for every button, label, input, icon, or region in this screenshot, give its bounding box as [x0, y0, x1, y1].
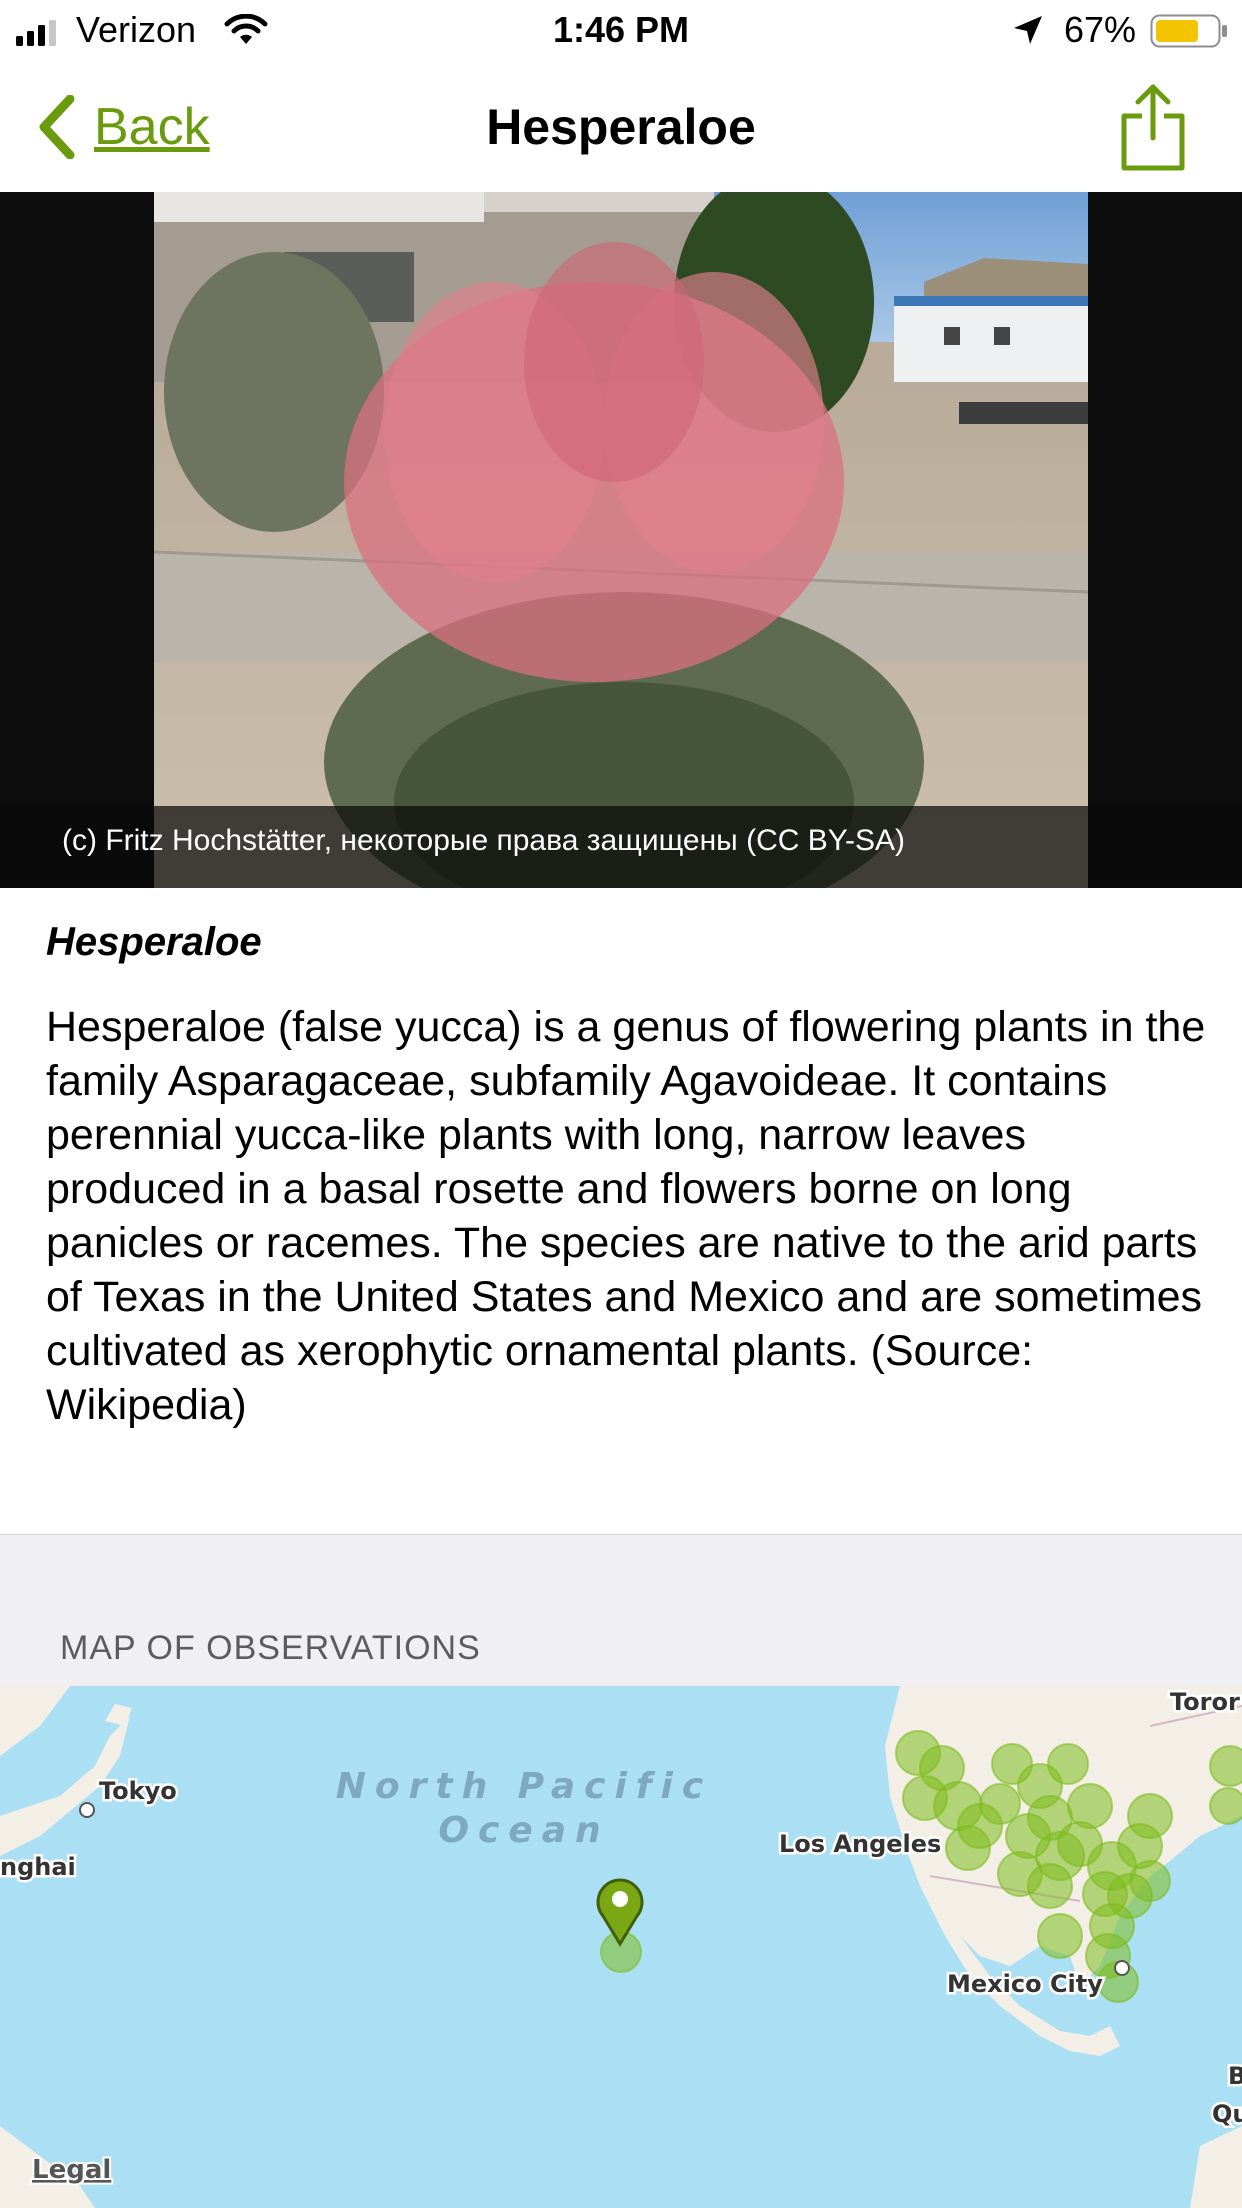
battery-icon: [1150, 14, 1227, 48]
map-label-ocean-1: North Pacific: [336, 1766, 712, 1807]
status-bar: Verizon 1:46 PM 67%: [0, 0, 1242, 62]
observation-pin-icon: [596, 1878, 644, 1947]
map-label-b: B: [1228, 2062, 1242, 2090]
photo-credit-bar: (c) Fritz Hochstätter, некоторые права з…: [0, 806, 1242, 888]
location-arrow-icon: [1014, 16, 1042, 44]
page-title: Hesperaloe: [486, 99, 756, 155]
map-label-tokyo: Tokyo: [99, 1777, 177, 1805]
taxon-description: Hesperaloe (false yucca) is a genus of f…: [46, 1003, 1206, 1429]
photo-credit: (c) Fritz Hochstätter, некоторые права з…: [62, 824, 906, 857]
section-title: MAP OF OBSERVATIONS: [60, 1629, 481, 1667]
map-label-qu: Qu: [1212, 2100, 1242, 2128]
map-label-ocean-2: Ocean: [438, 1810, 609, 1851]
map-section-header: MAP OF OBSERVATIONS: [0, 1534, 1242, 1688]
observations-map[interactable]: Tokyo nghai North Pacific Ocean Los Ange…: [0, 1686, 1242, 2208]
map-canvas: Tokyo nghai North Pacific Ocean Los Ange…: [0, 1686, 1242, 2208]
photo-image: [154, 192, 1088, 888]
scientific-name: Hesperaloe: [46, 920, 262, 964]
navigation-bar: Back Hesperaloe: [0, 62, 1242, 193]
map-label-toronto: Toror: [1170, 1688, 1240, 1716]
map-label-shanghai: nghai: [0, 1853, 76, 1881]
share-icon[interactable]: [1118, 82, 1188, 174]
map-label-mexico-city: Mexico City: [947, 1970, 1103, 1998]
map-label-los-angeles: Los Angeles: [779, 1830, 941, 1858]
taxon-photo[interactable]: (c) Fritz Hochstätter, некоторые права з…: [0, 192, 1242, 888]
legal-link[interactable]: Legal: [30, 2153, 113, 2187]
clock: 1:46 PM: [552, 9, 690, 50]
battery-percent: 67%: [1064, 9, 1137, 50]
